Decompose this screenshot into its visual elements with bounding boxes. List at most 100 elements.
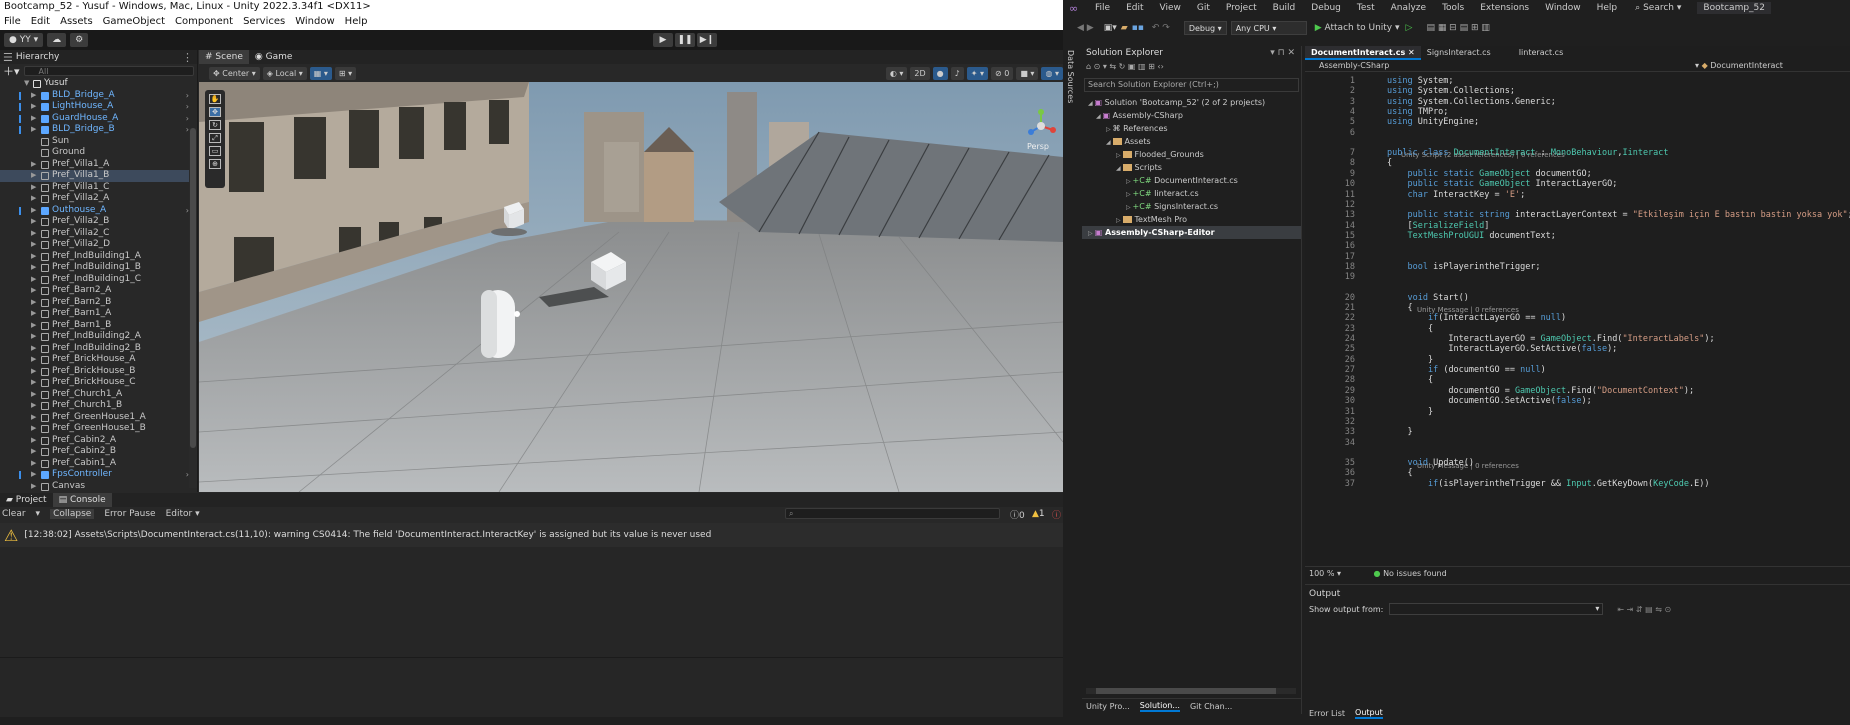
hierarchy-item[interactable]: ▶ › LightHouse_A	[0, 101, 197, 113]
code-line[interactable]: }	[1387, 355, 1433, 365]
camera-settings-button[interactable]: ■ ▾	[1016, 66, 1039, 80]
vs-menu-help[interactable]: Help	[1597, 3, 1618, 13]
code-line[interactable]: {	[1387, 158, 1392, 168]
code-line[interactable]: documentGO.SetActive(false);	[1387, 396, 1591, 406]
scene-viewport[interactable]	[199, 82, 1063, 492]
hierarchy-item[interactable]: ▶ Pref_Barn2_A	[0, 285, 197, 297]
lighting-toggle[interactable]: ●	[932, 66, 948, 80]
transform-tool-icon[interactable]: ⊕	[209, 159, 221, 169]
code-line[interactable]: bool isPlayerintheTrigger;	[1387, 262, 1540, 272]
hierarchy-scrollbar[interactable]	[189, 128, 197, 488]
code-area[interactable]: Unity Script (2 asset references) | 0 re…	[1305, 76, 1850, 564]
code-line[interactable]: void Start()	[1387, 293, 1468, 303]
zoom-dropdown[interactable]: 100 % ▾	[1309, 569, 1341, 578]
menu-gameobject[interactable]: GameObject	[103, 14, 165, 30]
expand-arrow-icon[interactable]: ▶	[31, 113, 36, 125]
code-line[interactable]: using UnityEngine;	[1387, 117, 1479, 127]
code-line[interactable]: using System.Collections;	[1387, 86, 1515, 96]
menu-window[interactable]: Window	[295, 14, 334, 30]
expand-arrow-icon[interactable]: ▶	[31, 90, 36, 102]
solution-tree-item[interactable]: ◢ Scripts	[1082, 161, 1301, 174]
rotate-tool-icon[interactable]: ↻	[209, 120, 221, 130]
2d-toggle[interactable]: 2D	[910, 66, 930, 80]
solution-tree-item[interactable]: ◢ ▣ Assembly-CSharp	[1082, 109, 1301, 122]
hierarchy-item[interactable]: ▶ Pref_Barn1_B	[0, 320, 197, 332]
scale-tool-icon[interactable]: ⤢	[209, 133, 221, 143]
gizmos-toggle[interactable]: ◍ ▾	[1041, 66, 1063, 80]
close-icon[interactable]: ✕	[1408, 48, 1415, 57]
tab-unity-project-explorer[interactable]: Unity Pro...	[1086, 702, 1130, 711]
grid-snap-button[interactable]: ▦ ▾	[309, 66, 332, 80]
hierarchy-item[interactable]: ▶ Pref_Cabin2_A	[0, 435, 197, 447]
menu-services[interactable]: Services	[243, 14, 285, 30]
attach-unity-button[interactable]: ▶ Attach to Unity ▾	[1315, 23, 1400, 33]
expand-arrow-icon[interactable]: ▶	[31, 205, 36, 217]
expand-arrow-icon[interactable]: ▶	[31, 274, 36, 286]
pause-button[interactable]: ❚❚	[675, 33, 695, 47]
solution-tree-item[interactable]: ◢ ▣ Solution 'Bootcamp_52' (2 of 2 proje…	[1082, 96, 1301, 109]
vs-menu-edit[interactable]: Edit	[1126, 3, 1143, 13]
code-line[interactable]: public static GameObject InteractLayerGO…	[1387, 179, 1617, 189]
expand-arrow-icon[interactable]: ▶	[31, 446, 36, 458]
scene-root[interactable]: ▼ Yusuf	[0, 78, 197, 90]
vs-menu-extensions[interactable]: Extensions	[1480, 3, 1529, 13]
expand-arrow-icon[interactable]: ▶	[31, 343, 36, 355]
account-button[interactable]: ● YY ▾	[4, 33, 44, 47]
code-line[interactable]: {	[1387, 468, 1412, 478]
step-button[interactable]: ▶❙	[697, 33, 717, 47]
expand-arrow-icon[interactable]: ▶	[31, 182, 36, 194]
platform-dropdown[interactable]: Any CPU ▾	[1230, 21, 1307, 35]
back-icon[interactable]: ◀ ▶	[1077, 23, 1094, 33]
hierarchy-item[interactable]: ▶ Canvas	[0, 481, 197, 493]
hierarchy-tab[interactable]: Hierarchy	[16, 52, 60, 62]
code-line[interactable]: public class DocumentInteract : MonoBeha…	[1387, 148, 1669, 158]
hierarchy-item[interactable]: ▶ Pref_Cabin1_A	[0, 458, 197, 470]
clear-button[interactable]: Clear	[2, 509, 26, 519]
hierarchy-item[interactable]: ▶ › BLD_Bridge_B	[0, 124, 197, 136]
config-dropdown[interactable]: Debug ▾	[1183, 21, 1227, 35]
solution-tree-item[interactable]: ▷ Flooded_Grounds	[1082, 148, 1301, 161]
toolbar-more-icons[interactable]: ▤ ▦ ⊟ ▤ ⊞ ▥	[1426, 23, 1489, 33]
hierarchy-item[interactable]: ▶ Pref_Barn1_A	[0, 308, 197, 320]
hierarchy-item[interactable]: ▶ Pref_IndBuilding2_B	[0, 343, 197, 355]
console-log-entry[interactable]: ⚠ [12:38:02] Assets\Scripts\DocumentInte…	[0, 523, 1063, 547]
expand-arrow-icon[interactable]: ▶	[31, 239, 36, 251]
expand-arrow-icon[interactable]: ▶	[31, 262, 36, 274]
code-line[interactable]: {	[1387, 303, 1412, 313]
solution-tree-item[interactable]: ▷ ▣ Assembly-CSharp-Editor	[1082, 226, 1301, 239]
expand-arrow-icon[interactable]: ▶	[31, 308, 36, 320]
hierarchy-item[interactable]: ▶ Pref_Villa2_A	[0, 193, 197, 205]
expand-arrow-icon[interactable]: ▶	[31, 124, 36, 136]
info-count-toggle[interactable]: ⓘ0	[1010, 508, 1025, 521]
hierarchy-item[interactable]: ▶ Pref_Church1_B	[0, 400, 197, 412]
vs-menu-debug[interactable]: Debug	[1311, 3, 1341, 13]
prefab-open-icon[interactable]: ›	[186, 101, 189, 113]
hierarchy-item[interactable]: ▶ Pref_Villa1_A	[0, 159, 197, 171]
hand-tool-icon[interactable]: ✋	[209, 94, 221, 104]
tab-git-changes[interactable]: Git Chan...	[1190, 702, 1232, 711]
menu-edit[interactable]: Edit	[31, 14, 50, 30]
code-line[interactable]: InteractLayerGO = GameObject.Find("Inter…	[1387, 334, 1714, 344]
hierarchy-item[interactable]: ▶ Pref_Church1_A	[0, 389, 197, 401]
code-line[interactable]: [SerializeField]	[1387, 221, 1489, 231]
expand-arrow-icon[interactable]: ▶	[31, 412, 36, 424]
hierarchy-item[interactable]: ▶ Pref_Barn2_B	[0, 297, 197, 309]
hierarchy-item[interactable]: Ground	[0, 147, 197, 159]
vs-menu-git[interactable]: Git	[1197, 3, 1210, 13]
error-pause-button[interactable]: Error Pause	[104, 509, 155, 519]
collab-button[interactable]: ⚙	[70, 33, 89, 47]
clear-dropdown-icon[interactable]: ▾	[36, 509, 41, 519]
solution-search-input[interactable]: Search Solution Explorer (Ctrl+;)	[1084, 78, 1299, 92]
code-line[interactable]: if (documentGO == null)	[1387, 365, 1546, 375]
code-line[interactable]: }	[1387, 427, 1412, 437]
hierarchy-item[interactable]: ▶ › GuardHouse_A	[0, 113, 197, 125]
hierarchy-menu-icon[interactable]: ⋮	[182, 51, 193, 64]
code-line[interactable]: public static GameObject documentGO;	[1387, 169, 1591, 179]
code-line[interactable]: public static string interactLayerContex…	[1387, 210, 1850, 220]
solution-tree-item[interactable]: ▷ ⌘ References	[1082, 122, 1301, 135]
panel-options-icon[interactable]: ▾ ⊓ ✕	[1270, 46, 1295, 60]
expand-arrow-icon[interactable]: ▶	[31, 435, 36, 447]
expand-arrow-icon[interactable]: ▶	[31, 481, 36, 493]
expand-arrow-icon[interactable]: ▶	[31, 354, 36, 366]
expand-arrow-icon[interactable]: ▶	[31, 320, 36, 332]
